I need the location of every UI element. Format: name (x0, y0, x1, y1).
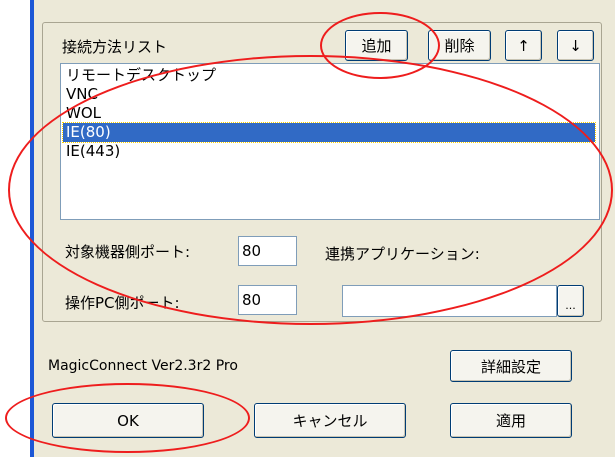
operator-port-input[interactable]: 80 (238, 285, 297, 315)
ok-button[interactable]: OK (52, 403, 204, 438)
list-item-ie-80[interactable]: IE(80) (62, 122, 596, 143)
version-label: MagicConnect Ver2.3r2 Pro (48, 358, 238, 374)
list-item-vnc[interactable]: VNC (63, 85, 595, 104)
linked-app-label: 連携アプリケーション: (325, 245, 480, 263)
delete-button[interactable]: 削除 (428, 30, 491, 61)
browse-button[interactable]: ... (557, 285, 584, 317)
list-item-wol[interactable]: WOL (63, 104, 595, 123)
target-port-input[interactable]: 80 (238, 236, 297, 266)
operator-port-label: 操作PC側ポート: (65, 294, 180, 312)
group-label: 接続方法リスト (62, 38, 168, 56)
connection-method-list[interactable]: リモートデスクトップ VNC WOL IE(80) IE(443) (60, 63, 600, 220)
target-port-label: 対象機器側ポート: (65, 243, 191, 261)
add-button[interactable]: 追加 (345, 30, 408, 61)
list-item-remote-desktop[interactable]: リモートデスクトップ (63, 66, 595, 85)
list-item-ie-443[interactable]: IE(443) (63, 142, 595, 161)
move-up-button[interactable]: ↑ (505, 30, 542, 61)
move-down-button[interactable]: ↓ (557, 30, 594, 61)
apply-button[interactable]: 適用 (450, 403, 572, 438)
advanced-settings-button[interactable]: 詳細設定 (450, 350, 572, 382)
linked-app-input[interactable] (342, 285, 557, 317)
cancel-button[interactable]: キャンセル (254, 403, 406, 438)
